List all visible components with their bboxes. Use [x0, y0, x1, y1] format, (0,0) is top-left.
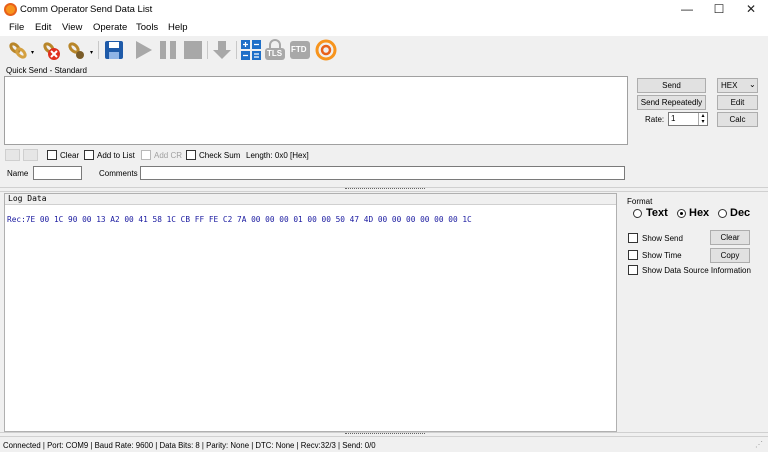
- clear-checkbox[interactable]: [47, 150, 57, 160]
- length-readout: Length: 0x0 [Hex]: [246, 151, 309, 160]
- add-to-list-label: Add to List: [97, 151, 135, 160]
- calc-button[interactable]: Calc: [717, 112, 758, 127]
- show-time-checkbox[interactable]: [628, 250, 638, 260]
- check-sum-label: Check Sum: [199, 151, 241, 160]
- toolbar: ▾ ▾ TLS FTD: [0, 36, 768, 66]
- format-select[interactable]: HEX ⌄: [717, 78, 758, 93]
- show-time-label: Show Time: [642, 251, 682, 260]
- toolbar-separator: [98, 41, 99, 59]
- log-panel: Log Data Rec:7E 00 1C 90 00 13 A2 00 41 …: [4, 193, 617, 432]
- app-logo-icon: [4, 3, 17, 16]
- rate-stepper[interactable]: 1 ▴ ▾: [668, 112, 708, 126]
- format-text-label: Text: [646, 207, 668, 219]
- format-select-value: HEX: [721, 81, 738, 90]
- ftd-label: FTD: [291, 45, 307, 54]
- edit-button[interactable]: Edit: [717, 95, 758, 110]
- close-button[interactable]: ✕: [736, 0, 766, 20]
- log-line[interactable]: Rec:7E 00 1C 90 00 13 A2 00 41 58 1C CB …: [7, 215, 472, 224]
- log-header: Log Data: [5, 194, 616, 205]
- format-group-label: Format: [627, 197, 653, 206]
- quick-send-group-label: Quick Send - Standard: [6, 66, 87, 75]
- show-source-label: Show Data Source Information: [642, 266, 751, 275]
- toolbar-separator: [236, 41, 237, 59]
- format-hex-label: Hex: [689, 207, 710, 219]
- menu-file[interactable]: File: [9, 22, 24, 33]
- splitter-grip[interactable]: [345, 188, 425, 191]
- clear-checkbox-label: Clear: [60, 151, 80, 160]
- log-clear-button[interactable]: Clear: [710, 230, 750, 245]
- show-send-checkbox[interactable]: [628, 233, 638, 243]
- splitter-grip[interactable]: [345, 433, 425, 436]
- splitter-upper[interactable]: [0, 187, 768, 192]
- app-title: Comm Operator: [20, 4, 89, 15]
- comm-operator-icon[interactable]: [315, 39, 337, 61]
- menu-edit[interactable]: Edit: [35, 22, 51, 33]
- format-dec-radio[interactable]: [718, 209, 727, 218]
- comments-label: Comments: [99, 169, 138, 178]
- title-bar: Comm Operator Send Data List — ☐ ✕: [0, 0, 768, 20]
- chevron-down-icon: ⌄: [749, 80, 756, 89]
- add-cr-label: Add CR: [154, 151, 183, 160]
- rate-label: Rate:: [645, 115, 665, 124]
- dropdown-arrow-icon[interactable]: ▾: [90, 49, 93, 56]
- prev-button[interactable]: [5, 149, 20, 161]
- check-sum-checkbox[interactable]: [186, 150, 196, 160]
- ftd-icon[interactable]: FTD: [289, 39, 311, 61]
- stepper-arrows-icon[interactable]: ▴ ▾: [698, 113, 707, 125]
- format-dec-label: Dec: [730, 207, 751, 219]
- pause-icon[interactable]: [157, 39, 179, 61]
- format-text-radio[interactable]: [633, 209, 642, 218]
- dropdown-arrow-icon[interactable]: ▾: [31, 49, 34, 56]
- send-button[interactable]: Send: [637, 78, 706, 93]
- name-label: Name: [7, 169, 29, 178]
- menu-operate[interactable]: Operate: [93, 22, 127, 33]
- stop-icon[interactable]: [182, 39, 204, 61]
- add-cr-checkbox[interactable]: [141, 150, 151, 160]
- disconnect-icon[interactable]: [40, 39, 62, 61]
- tls-label: TLS: [267, 49, 283, 58]
- window-subtitle: Send Data List: [90, 4, 153, 15]
- status-bar: Connected | Port: COM9 | Baud Rate: 9600…: [0, 438, 768, 452]
- quick-send-editor[interactable]: [4, 76, 628, 145]
- menu-help[interactable]: Help: [168, 22, 188, 33]
- comments-input[interactable]: [140, 166, 625, 180]
- add-to-list-checkbox[interactable]: [84, 150, 94, 160]
- splitter-lower[interactable]: [0, 432, 768, 437]
- tls-icon[interactable]: TLS: [264, 39, 286, 61]
- log-title: Log Data: [8, 194, 47, 203]
- next-button[interactable]: [23, 149, 38, 161]
- settings-icon[interactable]: [65, 39, 87, 61]
- format-hex-radio[interactable]: [677, 209, 686, 218]
- toolbar-separator: [207, 41, 208, 59]
- status-text: Connected | Port: COM9 | Baud Rate: 9600…: [3, 441, 376, 450]
- play-icon[interactable]: [132, 39, 154, 61]
- calculator-icon[interactable]: [240, 39, 262, 61]
- log-copy-button[interactable]: Copy: [710, 248, 750, 263]
- show-send-label: Show Send: [642, 234, 683, 243]
- resize-grip-icon[interactable]: ⋰: [755, 440, 763, 449]
- menu-view[interactable]: View: [62, 22, 82, 33]
- menu-bar: File Edit View Operate Tools Help: [0, 20, 768, 36]
- menu-tools[interactable]: Tools: [136, 22, 158, 33]
- download-icon[interactable]: [211, 39, 233, 61]
- connect-icon[interactable]: [7, 39, 29, 61]
- show-source-checkbox[interactable]: [628, 265, 638, 275]
- rate-value: 1: [671, 114, 676, 123]
- name-input[interactable]: [33, 166, 82, 180]
- save-icon[interactable]: [103, 39, 125, 61]
- minimize-button[interactable]: —: [672, 0, 702, 20]
- maximize-button[interactable]: ☐: [704, 0, 734, 20]
- send-repeatedly-button[interactable]: Send Repeatedly: [637, 95, 706, 110]
